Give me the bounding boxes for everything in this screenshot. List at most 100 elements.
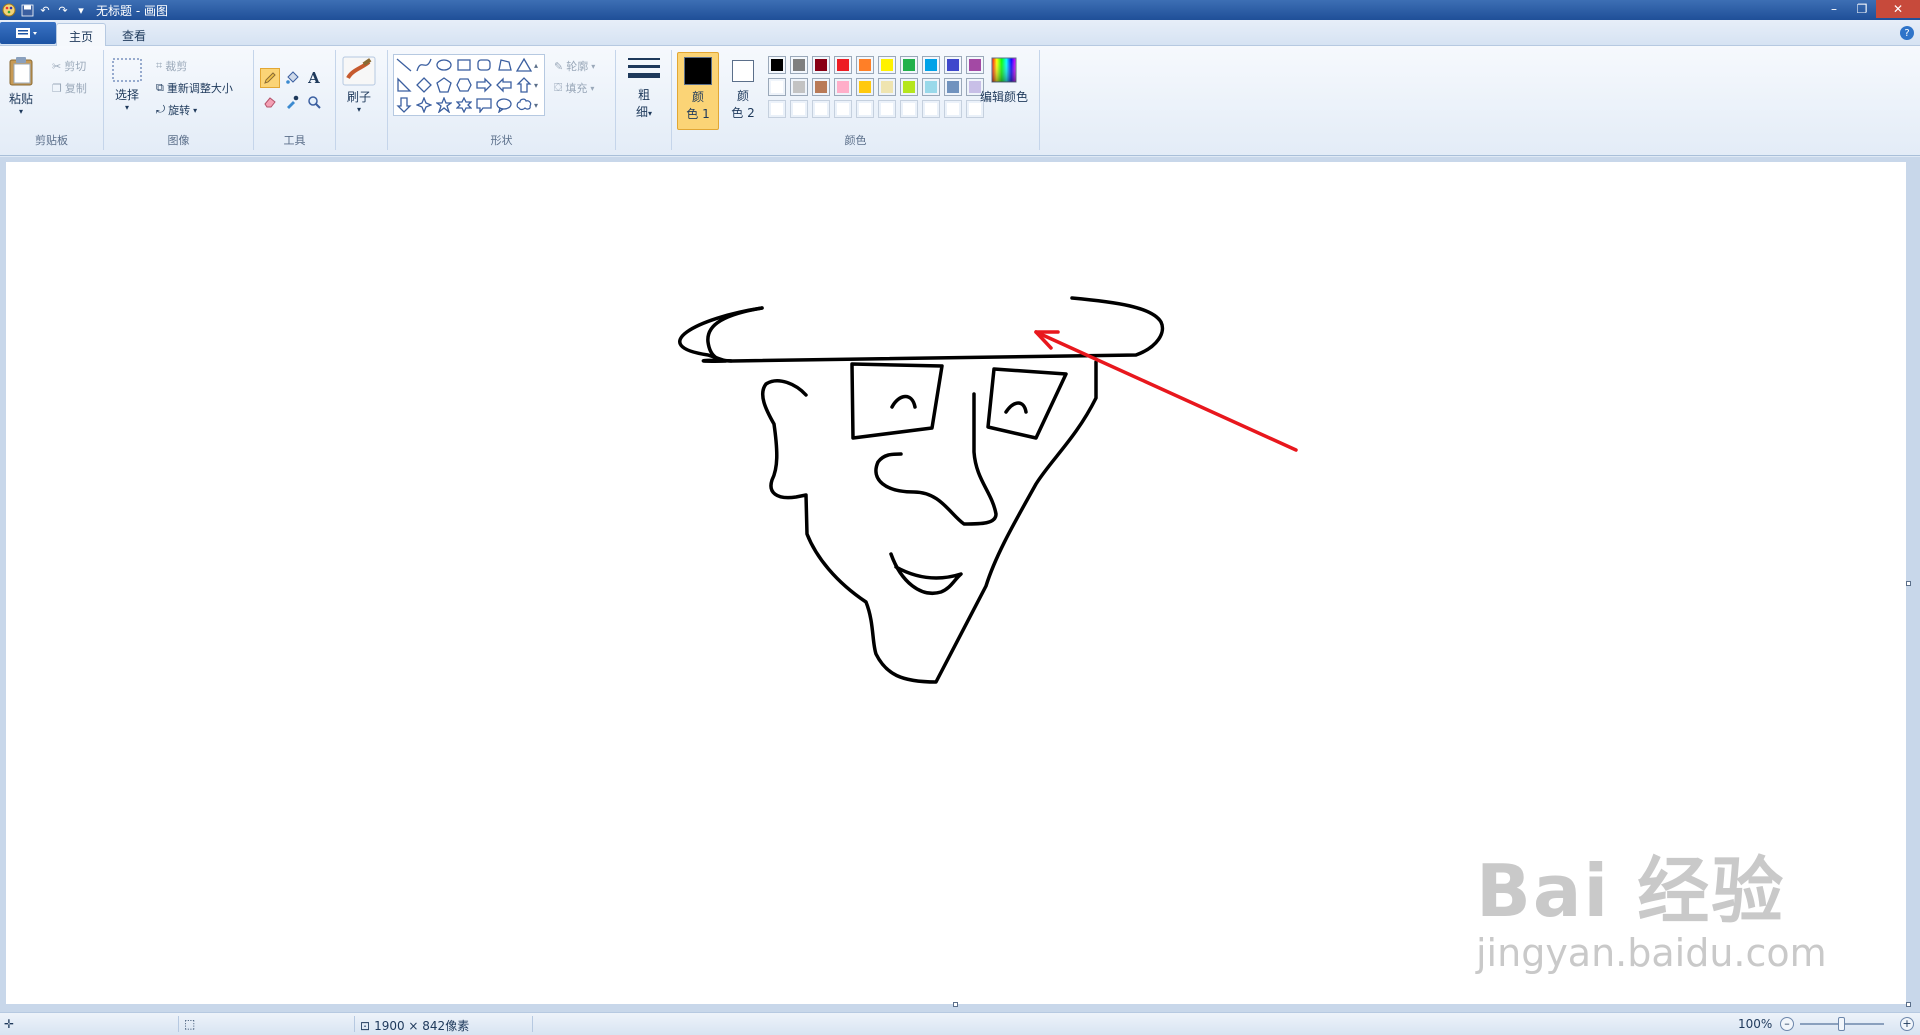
help-icon[interactable]: ?: [1900, 26, 1914, 40]
edit-colors-button[interactable]: 编辑颜色: [980, 56, 1028, 105]
rotate-button[interactable]: ⤾ 旋转 ▾: [156, 102, 197, 118]
shapes-group: ▴ ▾ ▾ ✎ 轮廓 ▾ ⛋ 填充 ▾ 形状: [388, 50, 616, 150]
palette-swatch[interactable]: [900, 78, 918, 96]
palette-swatch[interactable]: [812, 56, 830, 74]
eraser-icon[interactable]: [260, 92, 280, 112]
palette-swatch[interactable]: [856, 100, 874, 118]
text-icon[interactable]: A: [304, 68, 324, 88]
tab-view[interactable]: 查看: [110, 23, 158, 46]
palette-swatch[interactable]: [944, 100, 962, 118]
size-button[interactable]: 粗 细▾: [628, 56, 660, 120]
cloud-callout-shape-icon[interactable]: [515, 96, 533, 114]
close-icon[interactable]: ✕: [1876, 0, 1920, 18]
shapes-scroll-icon[interactable]: ▴ ▾ ▾: [534, 56, 538, 116]
crop-button[interactable]: ⌗ 裁剪: [156, 58, 187, 74]
fill-icon[interactable]: [282, 68, 302, 88]
resize-label: 重新调整大小: [166, 82, 233, 95]
resize-button[interactable]: ⧉ 重新调整大小: [156, 80, 233, 96]
palette-swatch[interactable]: [900, 56, 918, 74]
brushes-button[interactable]: 刷子 ▾: [342, 56, 376, 114]
palette-swatch[interactable]: [878, 100, 896, 118]
cut-button[interactable]: ✂ 剪切: [52, 58, 86, 74]
palette-swatch[interactable]: [944, 56, 962, 74]
save-icon[interactable]: [20, 3, 34, 17]
palette-swatch[interactable]: [790, 56, 808, 74]
canvas-resize-handle-right[interactable]: [1906, 581, 1911, 586]
minimize-icon[interactable]: –: [1820, 0, 1848, 18]
palette-swatch[interactable]: [834, 56, 852, 74]
hexagon-shape-icon[interactable]: [455, 76, 473, 94]
image-size-text: 1900 × 842像素: [374, 1019, 470, 1033]
image-size-display: ⊡ 1900 × 842像素: [360, 1017, 469, 1034]
palette-swatch[interactable]: [834, 78, 852, 96]
zoom-in-button[interactable]: +: [1900, 1017, 1914, 1031]
palette-swatch[interactable]: [878, 56, 896, 74]
palette-swatch[interactable]: [900, 100, 918, 118]
four-point-star-shape-icon[interactable]: [415, 96, 433, 114]
palette-swatch[interactable]: [768, 100, 786, 118]
color2-label-bottom: 色 2: [731, 106, 755, 120]
right-arrow-shape-icon[interactable]: [475, 76, 493, 94]
oval-callout-shape-icon[interactable]: [495, 96, 513, 114]
app-menu-button[interactable]: [0, 22, 56, 44]
left-arrow-shape-icon[interactable]: [495, 76, 513, 94]
diamond-shape-icon[interactable]: [415, 76, 433, 94]
palette-swatch[interactable]: [790, 100, 808, 118]
window-title: 无标题 - 画图: [96, 3, 168, 18]
up-arrow-shape-icon[interactable]: [515, 76, 533, 94]
palette-swatch[interactable]: [812, 78, 830, 96]
head-outline: [761, 360, 1098, 684]
select-button[interactable]: 选择 ▾: [112, 58, 142, 112]
palette-swatch[interactable]: [922, 100, 940, 118]
curve-shape-icon[interactable]: [415, 56, 433, 74]
color2-button[interactable]: 颜 色 2: [724, 52, 762, 130]
restore-icon[interactable]: ❐: [1848, 0, 1876, 18]
paint-app-icon[interactable]: [2, 3, 16, 17]
palette-swatch[interactable]: [812, 100, 830, 118]
palette-swatch[interactable]: [856, 78, 874, 96]
rect-callout-shape-icon[interactable]: [475, 96, 493, 114]
drawing-canvas[interactable]: Bai 经验 jingyan.baidu.com: [6, 162, 1906, 1004]
canvas-resize-handle-corner[interactable]: [1906, 1002, 1911, 1007]
line-shape-icon[interactable]: [395, 56, 413, 74]
palette-swatch[interactable]: [834, 100, 852, 118]
color-spectrum-icon: [990, 56, 1018, 84]
rectangle-shape-icon[interactable]: [455, 56, 473, 74]
palette-swatch[interactable]: [768, 56, 786, 74]
paste-button[interactable]: 粘贴 ▾: [8, 56, 34, 116]
crop-icon: ⌗: [156, 59, 163, 72]
palette-swatch[interactable]: [768, 78, 786, 96]
palette-swatch[interactable]: [922, 56, 940, 74]
zoom-out-button[interactable]: –: [1780, 1017, 1794, 1031]
pencil-icon[interactable]: [260, 68, 280, 88]
palette-swatch[interactable]: [790, 78, 808, 96]
watermark-sub: jingyan.baidu.com: [1476, 931, 1827, 975]
pentagon-shape-icon[interactable]: [435, 76, 453, 94]
customize-dropdown-icon[interactable]: ▾: [74, 3, 88, 17]
five-point-star-shape-icon[interactable]: [435, 96, 453, 114]
fill-button[interactable]: ⛋ 填充 ▾: [554, 80, 594, 96]
magnifier-icon[interactable]: [304, 92, 324, 112]
canvas-resize-handle-bottom[interactable]: [953, 1002, 958, 1007]
redo-icon[interactable]: ↷: [56, 3, 70, 17]
zoom-slider-thumb[interactable]: [1838, 1017, 1845, 1031]
six-point-star-shape-icon[interactable]: [455, 96, 473, 114]
undo-icon[interactable]: ↶: [38, 3, 52, 17]
fill-dropdown-icon: ▾: [590, 83, 595, 93]
color-picker-icon[interactable]: [282, 92, 302, 112]
palette-swatch[interactable]: [878, 78, 896, 96]
oval-shape-icon[interactable]: [435, 56, 453, 74]
outline-button[interactable]: ✎ 轮廓 ▾: [554, 58, 595, 74]
triangle-shape-icon[interactable]: [515, 56, 533, 74]
size-label-bottom: 细▾: [636, 103, 652, 120]
down-arrow-shape-icon[interactable]: [395, 96, 413, 114]
rounded-rectangle-shape-icon[interactable]: [475, 56, 493, 74]
tab-home[interactable]: 主页: [56, 23, 107, 46]
palette-swatch[interactable]: [856, 56, 874, 74]
palette-swatch[interactable]: [922, 78, 940, 96]
color1-button[interactable]: 颜 色 1: [677, 52, 719, 130]
right-triangle-shape-icon[interactable]: [395, 76, 413, 94]
copy-button[interactable]: ❐ 复制: [52, 80, 87, 96]
polygon-shape-icon[interactable]: [495, 56, 513, 74]
palette-swatch[interactable]: [944, 78, 962, 96]
